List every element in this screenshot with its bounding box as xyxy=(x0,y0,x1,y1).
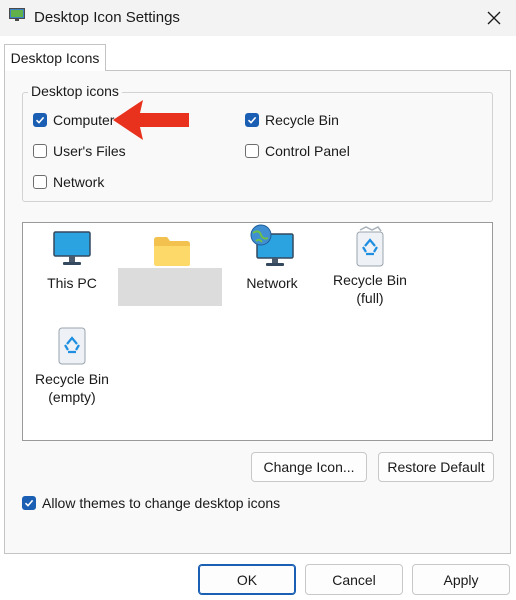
checkmark-icon xyxy=(24,499,34,507)
restore-default-button[interactable]: Restore Default xyxy=(378,452,494,482)
ok-button[interactable]: OK xyxy=(198,564,296,595)
apply-button[interactable]: Apply xyxy=(412,564,510,595)
recycle-bin-full-label-2: (full) xyxy=(356,290,384,306)
checkbox-checked[interactable] xyxy=(22,496,36,510)
icon-users-files[interactable] xyxy=(122,228,222,268)
monitor-icon xyxy=(53,231,91,265)
checkmark-icon xyxy=(247,116,257,124)
network-checkbox[interactable]: Network xyxy=(33,174,104,190)
recycle-bin-full-icon xyxy=(356,226,384,267)
recycle-bin-full-label-1: Recycle Bin xyxy=(333,272,407,288)
this-pc-label: This PC xyxy=(47,275,97,291)
recycle-bin-empty-label-1: Recycle Bin xyxy=(35,371,109,387)
users-files-label: User's Files xyxy=(53,143,126,159)
cancel-button[interactable]: Cancel xyxy=(305,564,403,595)
network-label: Network xyxy=(53,174,105,190)
annotation-arrow-icon xyxy=(113,100,189,140)
computer-checkbox[interactable]: Computer xyxy=(33,112,114,128)
recycle-bin-empty-label-2: (empty) xyxy=(48,389,96,405)
recycle-bin-label: Recycle Bin xyxy=(265,112,339,128)
allow-themes-checkbox[interactable]: Allow themes to change desktop icons xyxy=(22,495,280,511)
close-button[interactable] xyxy=(472,0,516,36)
users-files-checkbox[interactable]: User's Files xyxy=(33,143,126,159)
checkmark-icon xyxy=(35,116,45,124)
window-title: Desktop Icon Settings xyxy=(34,9,180,26)
folder-icon xyxy=(154,237,190,266)
checkbox-unchecked[interactable] xyxy=(245,144,259,158)
recycle-bin-empty-icon xyxy=(58,327,86,365)
change-icon-button[interactable]: Change Icon... xyxy=(251,452,367,482)
checkbox-unchecked[interactable] xyxy=(33,175,47,189)
checkbox-checked[interactable] xyxy=(245,113,259,127)
icon-recycle-bin-empty[interactable]: Recycle Bin (empty) xyxy=(22,326,122,406)
tab-desktop-icons[interactable]: Desktop Icons xyxy=(4,44,106,71)
title-bar: Desktop Icon Settings xyxy=(0,0,516,36)
users-files-label-box xyxy=(118,268,222,306)
checkbox-checked[interactable] xyxy=(33,113,47,127)
close-icon xyxy=(487,11,501,25)
group-label: Desktop icons xyxy=(28,83,122,99)
icon-network[interactable]: Network xyxy=(222,224,322,292)
checkbox-unchecked[interactable] xyxy=(33,144,47,158)
icon-this-pc[interactable]: This PC xyxy=(22,228,122,292)
control-panel-checkbox[interactable]: Control Panel xyxy=(245,143,350,159)
network-icon-label: Network xyxy=(246,275,298,291)
computer-label: Computer xyxy=(53,112,115,128)
control-panel-label: Control Panel xyxy=(265,143,350,159)
display-settings-icon xyxy=(9,8,25,21)
icon-recycle-bin-full[interactable]: Recycle Bin (full) xyxy=(320,225,420,307)
network-icon xyxy=(250,224,294,266)
allow-themes-label: Allow themes to change desktop icons xyxy=(42,495,281,511)
recycle-bin-checkbox[interactable]: Recycle Bin xyxy=(245,112,339,128)
